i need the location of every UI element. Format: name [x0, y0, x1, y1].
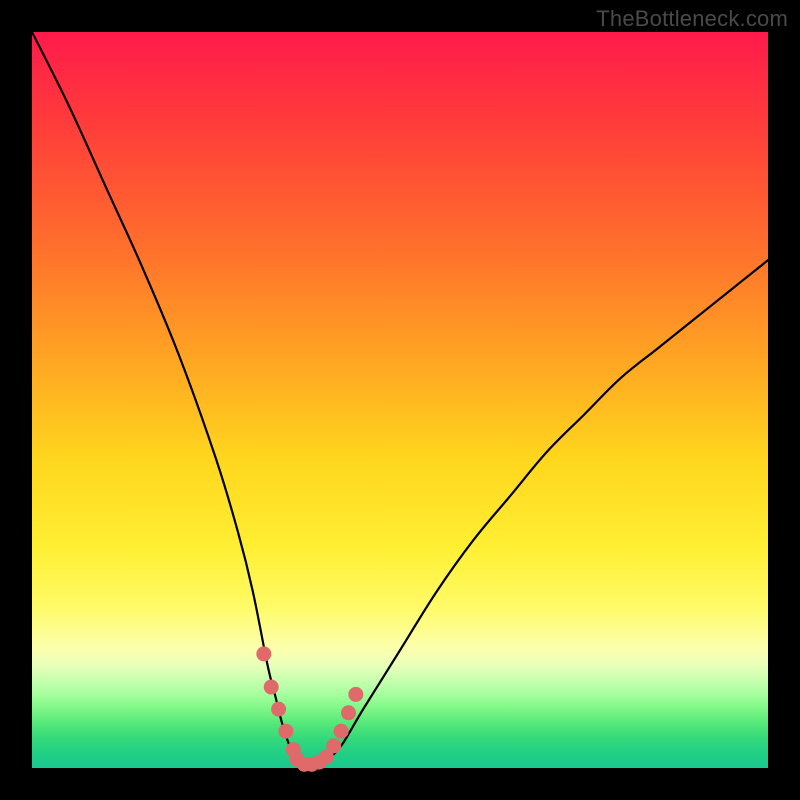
marker-dot — [256, 646, 271, 661]
marker-dot — [348, 687, 363, 702]
watermark-text: TheBottleneck.com — [596, 6, 788, 32]
marker-dot — [334, 724, 349, 739]
marker-dot — [278, 724, 293, 739]
marker-dot — [264, 680, 279, 695]
bottleneck-curve — [32, 32, 768, 769]
plot-area — [32, 32, 768, 768]
marker-dot — [271, 702, 286, 717]
curve-svg — [32, 32, 768, 768]
marker-dot — [341, 705, 356, 720]
marker-group — [256, 646, 363, 771]
chart-frame: TheBottleneck.com — [0, 0, 800, 800]
marker-dot — [326, 738, 341, 753]
